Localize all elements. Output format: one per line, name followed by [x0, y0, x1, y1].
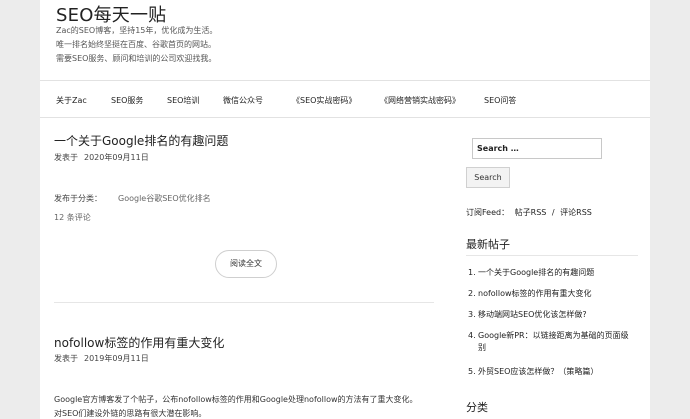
recent-post-number: 5.	[468, 367, 476, 376]
nav-item-seo-qa[interactable]: SEO问答	[484, 95, 516, 106]
nav-item-wechat[interactable]: 微信公众号	[223, 95, 263, 106]
feed-label: 订阅Feed：	[466, 208, 510, 217]
nav-item-seo-services[interactable]: SEO服务	[111, 95, 143, 106]
posts-rss-link[interactable]: 帖子RSS	[515, 208, 547, 217]
comments-rss-link[interactable]: 评论RSS	[560, 208, 592, 217]
recent-post-link[interactable]: 移动端网站SEO优化该怎样做?	[478, 310, 587, 319]
post-date-label: 发表于	[54, 153, 78, 162]
recent-post-number: 1.	[468, 268, 476, 277]
site-description-line: 需要SEO服务、顾问和培训的公司欢迎找我。	[56, 54, 217, 63]
post-title[interactable]: nofollow标签的作用有重大变化	[54, 334, 224, 351]
nav-item-seo-book[interactable]: 《SEO实战密码》	[292, 95, 356, 106]
post-date-value[interactable]: 2020年09月11日	[84, 153, 149, 162]
recent-post-item[interactable]: 4. Google新PR：以链接距离为基础的页面级 别	[468, 330, 629, 354]
recent-post-item[interactable]: 2. nofollow标签的作用有重大变化	[468, 288, 592, 300]
widget-divider	[466, 255, 638, 256]
main-nav: 关于Zac SEO服务 SEO培训 微信公众号 《SEO实战密码》 《网络营销实…	[40, 81, 650, 117]
post-excerpt-line: 对SEO们建设外链的思路有很大潜在影响。	[54, 409, 207, 418]
recent-post-link[interactable]: Google新PR：以链接距离为基础的页面级	[478, 331, 629, 340]
post-excerpt-line: Google官方博客发了个帖子，公布nofollow标签的作用和Google处理…	[54, 395, 418, 404]
recent-post-link[interactable]: 外贸SEO应该怎样做？（策略篇）	[478, 367, 598, 376]
post-date: 发表于 2020年09月11日	[54, 152, 149, 163]
recent-post-link[interactable]: nofollow标签的作用有重大变化	[478, 289, 592, 298]
post-category-label: 发布于分类：	[54, 194, 102, 203]
recent-post-item[interactable]: 1. 一个关于Google排名的有趣问题	[468, 267, 594, 279]
site-description-line: Zac的SEO博客，坚持15年，优化成为生活。	[56, 26, 218, 35]
post-comments-link[interactable]: 12 条评论	[54, 212, 91, 223]
post-date: 发表于 2019年09月11日	[54, 353, 149, 364]
search-input[interactable]: Search …	[472, 138, 602, 159]
recent-post-item[interactable]: 5. 外贸SEO应该怎样做？（策略篇）	[468, 366, 598, 378]
recent-post-link-wrap[interactable]: 别	[468, 342, 629, 354]
search-button[interactable]: Search	[466, 167, 510, 188]
post-category-link[interactable]: Google谷歌SEO优化排名	[118, 194, 211, 203]
recent-posts-title: 最新帖子	[466, 238, 510, 251]
post-category: 发布于分类： Google谷歌SEO优化排名	[54, 193, 211, 204]
post-separator	[54, 302, 434, 303]
post-date-value[interactable]: 2019年09月11日	[84, 354, 149, 363]
feed-separator: /	[551, 208, 555, 217]
post-title[interactable]: 一个关于Google排名的有趣问题	[54, 132, 228, 149]
site-description-line: 唯一排名始终坚挺在百度、谷歌首页的网站。	[56, 40, 216, 49]
recent-post-link[interactable]: 一个关于Google排名的有趣问题	[478, 268, 594, 277]
nav-item-seo-training[interactable]: SEO培训	[167, 95, 199, 106]
post-date-label: 发表于	[54, 354, 78, 363]
recent-post-number: 3.	[468, 310, 476, 319]
recent-post-number: 2.	[468, 289, 476, 298]
nav-item-about-zac[interactable]: 关于Zac	[56, 95, 87, 106]
feed-links: 订阅Feed： 帖子RSS / 评论RSS	[466, 207, 595, 218]
nav-item-marketing-book[interactable]: 《网络营销实战密码》	[380, 95, 460, 106]
recent-post-item[interactable]: 3. 移动端网站SEO优化该怎样做?	[468, 309, 587, 321]
site-title[interactable]: SEO每天一贴	[56, 1, 166, 27]
recent-post-number: 4.	[468, 331, 476, 340]
categories-title: 分类	[466, 401, 488, 414]
nav-divider	[40, 117, 650, 118]
read-more-button[interactable]: 阅读全文	[215, 250, 277, 278]
page: SEO每天一贴 Zac的SEO博客，坚持15年，优化成为生活。 唯一排名始终坚挺…	[40, 0, 650, 419]
